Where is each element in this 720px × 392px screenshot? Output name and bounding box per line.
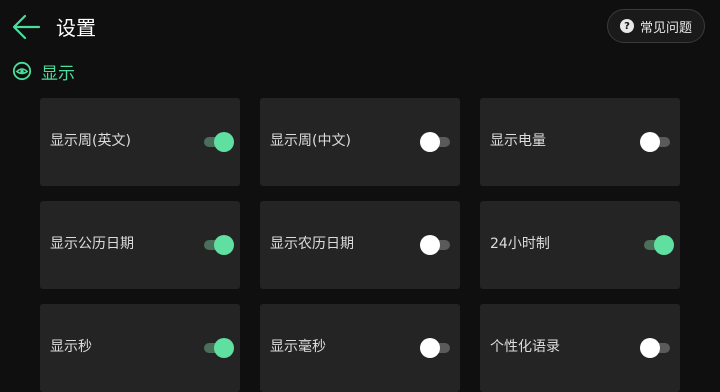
- setting-label: 显示毫秒: [270, 339, 326, 355]
- setting-card[interactable]: 显示电量: [480, 98, 680, 186]
- toggle-switch[interactable]: [420, 338, 452, 358]
- faq-label: 常见问题: [639, 20, 692, 36]
- setting-card[interactable]: 显示农历日期: [260, 201, 460, 289]
- setting-label: 显示电量: [490, 133, 546, 149]
- setting-label: 24小时制: [490, 236, 550, 252]
- app-header: 设置 ? 常见问题: [0, 0, 720, 56]
- setting-card[interactable]: 显示秒: [40, 304, 240, 392]
- toggle-switch[interactable]: [420, 235, 452, 255]
- setting-card[interactable]: 24小时制: [480, 201, 680, 289]
- setting-card[interactable]: 显示公历日期: [40, 201, 240, 289]
- setting-card[interactable]: 显示周(中文): [260, 98, 460, 186]
- setting-card[interactable]: 个性化语录: [480, 304, 680, 392]
- toggle-switch[interactable]: [642, 235, 674, 255]
- setting-card[interactable]: 显示毫秒: [260, 304, 460, 392]
- setting-label: 显示公历日期: [50, 236, 134, 252]
- setting-label: 显示周(中文): [270, 133, 351, 149]
- setting-label: 显示农历日期: [270, 236, 354, 252]
- setting-card[interactable]: 显示周(英文): [40, 98, 240, 186]
- eye-icon: [12, 61, 32, 81]
- question-icon: ?: [619, 19, 634, 33]
- back-button[interactable]: [10, 12, 42, 42]
- section-display-header: 显示: [12, 58, 75, 84]
- toggle-switch[interactable]: [202, 235, 234, 255]
- setting-label: 显示秒: [50, 339, 92, 355]
- page-title: 设置: [56, 16, 96, 40]
- toggle-switch[interactable]: [640, 132, 672, 152]
- toggle-switch[interactable]: [640, 338, 672, 358]
- faq-button[interactable]: ? 常见问题: [606, 9, 705, 43]
- toggle-switch[interactable]: [202, 132, 234, 152]
- setting-label: 显示周(英文): [50, 133, 131, 149]
- section-title: 显示: [41, 63, 75, 84]
- toggle-switch[interactable]: [202, 338, 234, 358]
- arrow-left-icon: [12, 14, 41, 40]
- setting-label: 个性化语录: [490, 339, 560, 355]
- toggle-switch[interactable]: [420, 132, 452, 152]
